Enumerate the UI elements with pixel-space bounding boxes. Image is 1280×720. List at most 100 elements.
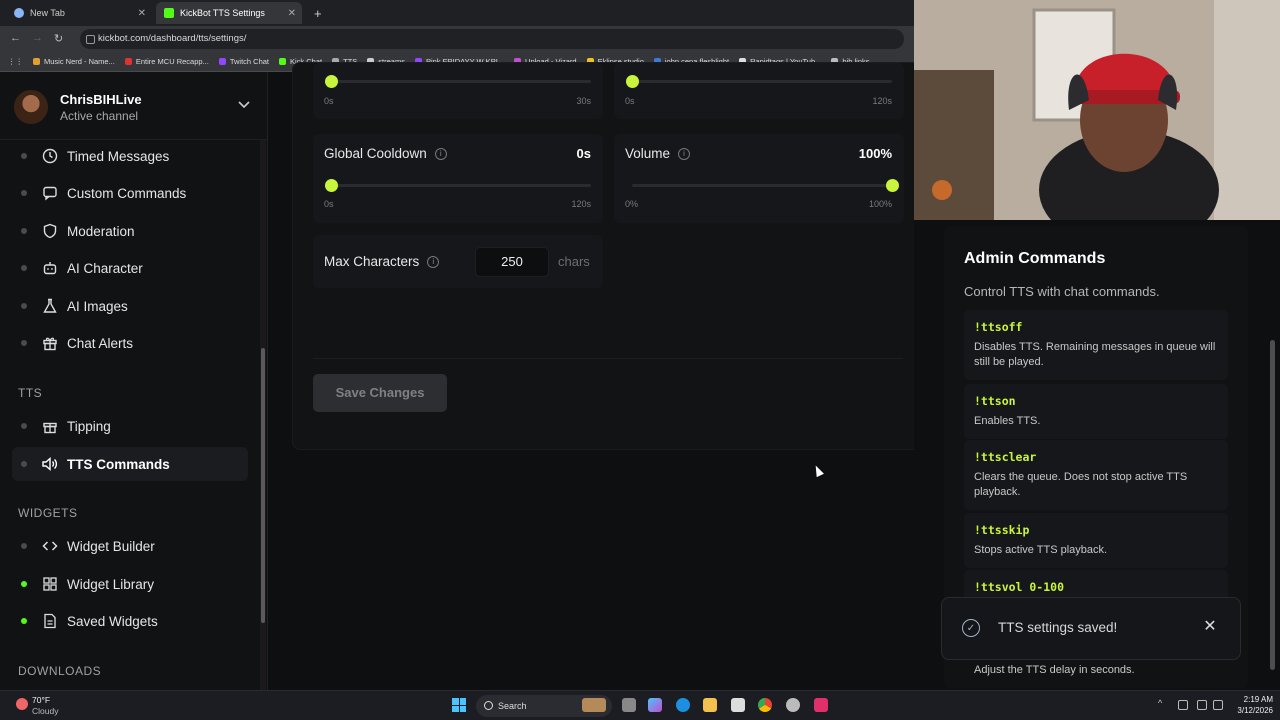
url-input[interactable]: kickbot.com/dashboard/tts/settings/ (80, 29, 904, 49)
info-icon[interactable]: i (434, 147, 447, 160)
task-view-icon[interactable] (622, 698, 636, 712)
reload-icon[interactable]: ↻ (54, 32, 63, 45)
bookmark-item[interactable]: Music Nerd - Name... (33, 57, 115, 66)
slider-handle[interactable] (325, 75, 338, 88)
slider-track[interactable] (626, 75, 892, 88)
command-item: !ttsskip Stops active TTS playback. (964, 513, 1228, 568)
save-changes-button[interactable]: Save Changes (313, 374, 447, 412)
admin-subtitle: Control TTS with chat commands. (964, 284, 1160, 299)
command-name: !ttsvol 0-100 (974, 580, 1065, 594)
sidebar-item-timed-messages[interactable]: Timed Messages (12, 139, 248, 173)
setting-global-cooldown: Global Cooldown i 0s 0s 120s (313, 134, 603, 223)
search-highlight-icon (582, 698, 606, 712)
edge-icon[interactable] (676, 698, 690, 712)
setting-label: Max Characters (324, 254, 420, 269)
weather-condition: Cloudy (32, 706, 59, 716)
new-tab-button[interactable]: + (306, 2, 324, 24)
kickbot-icon (164, 8, 174, 18)
unit-label: chars (558, 254, 590, 269)
file-icon (41, 612, 59, 630)
channel-switcher[interactable]: ChrisBIHLive Active channel (0, 72, 267, 140)
store-icon[interactable] (731, 698, 745, 712)
sidebar-item-widget-library[interactable]: Widget Library (12, 567, 248, 601)
section-heading-downloads: DOWNLOADS (18, 664, 102, 678)
command-desc: Adjust the TTS delay in seconds. (974, 664, 1135, 676)
command-name: !ttsoff (974, 320, 1023, 334)
command-desc: Disables TTS. Remaining messages in queu… (974, 341, 1216, 368)
avatar (14, 90, 48, 124)
setting-top-left: 0s 30s (313, 63, 603, 119)
bookmark-item[interactable]: Twitch Chat (218, 57, 269, 66)
chrome-icon[interactable] (758, 698, 772, 712)
tab-new-tab[interactable]: New Tab ✕ (6, 2, 152, 24)
apps-icon[interactable]: ⋮⋮ (8, 57, 23, 66)
sidebar-scroll-thumb[interactable] (261, 348, 265, 623)
global-cooldown-slider[interactable] (325, 179, 591, 192)
section-heading-tts: TTS (18, 386, 43, 400)
close-icon[interactable]: ✕ (1200, 617, 1220, 637)
slider-track[interactable] (325, 75, 591, 88)
check-circle-icon: ✓ (962, 619, 980, 637)
folder-icon[interactable] (703, 698, 717, 712)
command-item: !ttson Enables TTS. (964, 384, 1228, 439)
slider-handle[interactable] (886, 179, 899, 192)
tab-kickbot-tts[interactable]: KickBot TTS Settings ✕ (156, 2, 302, 24)
command-item: !ttsclear Clears the queue. Does not sto… (964, 440, 1228, 510)
sidebar-item-moderation[interactable]: Moderation (12, 214, 248, 248)
max-characters-input[interactable]: 250 (475, 247, 549, 277)
copilot-icon[interactable] (648, 698, 662, 712)
clock-time: 2:19 AM (1243, 695, 1273, 704)
toast-message: TTS settings saved! (998, 620, 1118, 635)
command-desc: Clears the queue. Does not stop active T… (974, 471, 1188, 498)
main-content: 0s 30s 0s 120s Global Cooldown i 0s 0s 1… (268, 62, 922, 690)
sidebar-item-ai-character[interactable]: AI Character (12, 251, 248, 285)
globe-icon (14, 8, 24, 18)
mic-icon[interactable] (1178, 700, 1188, 710)
setting-value: 100% (858, 146, 892, 161)
forward-icon[interactable]: → (32, 32, 43, 44)
back-icon[interactable]: ← (10, 32, 21, 44)
sidebar-item-widget-builder[interactable]: Widget Builder (12, 529, 248, 563)
slider-handle[interactable] (325, 179, 338, 192)
message-square-icon (41, 184, 59, 202)
shield-icon (41, 222, 59, 240)
toast-notification: ✓ TTS settings saved! ✕ (941, 597, 1241, 660)
webcam-overlay (914, 0, 1280, 220)
chevron-down-icon[interactable] (238, 98, 250, 112)
setting-max-characters: Max Characters i 250 chars (313, 235, 603, 288)
sidebar-item-custom-commands[interactable]: Custom Commands (12, 176, 248, 210)
tts-settings-card: 0s 30s 0s 120s Global Cooldown i 0s 0s 1… (292, 62, 922, 450)
speaker-icon (41, 455, 59, 473)
sidebar-item-ai-images[interactable]: AI Images (12, 289, 248, 323)
section-heading-widgets: WIDGETS (18, 506, 78, 520)
slider-handle[interactable] (626, 75, 639, 88)
gift-icon (41, 334, 59, 352)
bookmark-item[interactable]: Entire MCU Recapp... (124, 57, 209, 66)
browser-tabbar: New Tab ✕ KickBot TTS Settings ✕ + (0, 0, 914, 26)
sidebar-item-saved-widgets[interactable]: Saved Widgets (12, 604, 248, 638)
mouse-cursor (812, 463, 824, 478)
clock-date: 3/12/2026 (1237, 706, 1273, 715)
volume-slider[interactable] (632, 179, 899, 192)
close-icon[interactable]: ✕ (288, 8, 296, 19)
app-icon[interactable] (786, 698, 800, 712)
command-name: !ttson (974, 394, 1016, 408)
sidebar-item-chat-alerts[interactable]: Chat Alerts (12, 326, 248, 360)
sidebar-item-tts-commands[interactable]: TTS Commands (12, 447, 248, 481)
volume-icon[interactable] (1213, 700, 1223, 710)
command-name: !ttsclear (974, 450, 1037, 464)
code-icon (41, 537, 59, 555)
flask-icon (41, 297, 59, 315)
page-scrollbar[interactable] (1270, 340, 1275, 670)
app-icon[interactable] (814, 698, 828, 712)
close-icon[interactable]: ✕ (138, 8, 146, 19)
network-icon[interactable] (1197, 700, 1207, 710)
address-bar: ← → ↻ kickbot.com/dashboard/tts/settings… (0, 26, 914, 52)
sidebar-item-tipping[interactable]: Tipping (12, 409, 248, 443)
info-icon[interactable]: i (678, 147, 691, 160)
info-icon[interactable]: i (427, 255, 440, 268)
windows-start-icon[interactable] (452, 698, 466, 712)
bot-icon (41, 259, 59, 277)
chevron-up-icon[interactable]: ^ (1158, 698, 1168, 708)
command-item: !ttsoff Disables TTS. Remaining messages… (964, 310, 1228, 380)
